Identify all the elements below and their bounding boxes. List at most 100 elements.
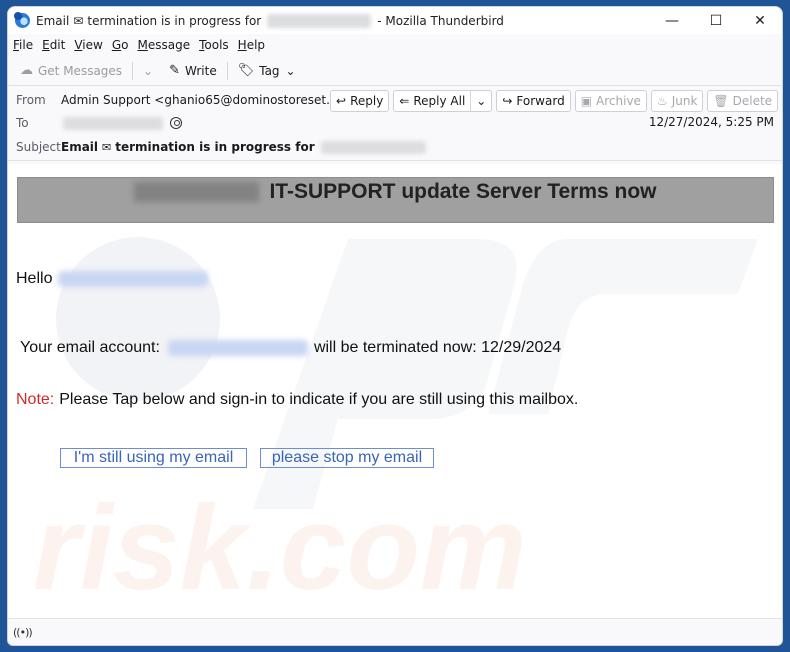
more-button[interactable]: More ⌄ xyxy=(782,90,783,112)
email-banner: IT-SUPPORT update Server Terms now xyxy=(17,177,774,223)
status-bar: ((•)) xyxy=(8,618,782,645)
envelope-icon: ✉ xyxy=(102,140,112,154)
toolbar-divider xyxy=(132,61,134,80)
main-toolbar: ☁ Get Messages ⌄ ✎ Write 🏷︎ Tag ⌄ xyxy=(8,56,782,86)
account-line: Your email account: will be terminated n… xyxy=(20,339,561,357)
archive-icon: ▣ xyxy=(580,94,593,108)
from-label: From xyxy=(16,93,46,107)
menu-view-label: iew xyxy=(82,38,103,52)
menu-edit-label: dit xyxy=(49,38,66,52)
from-row: From Admin Support <ghanio65@dominostore… xyxy=(16,93,377,107)
write-label: Write xyxy=(185,63,217,78)
pencil-icon: ✎ xyxy=(169,63,181,78)
archive-label: Archive xyxy=(596,94,641,108)
archive-button[interactable]: ▣ Archive xyxy=(574,90,647,112)
note-text: Please Tap below and sign-in to indicate… xyxy=(59,391,579,408)
close-button[interactable]: ✕ xyxy=(738,7,782,34)
junk-label: Junk xyxy=(671,94,698,108)
note-label: Note: xyxy=(16,391,55,408)
minimize-button[interactable]: — xyxy=(650,7,694,34)
get-messages-button[interactable]: ☁ Get Messages xyxy=(16,59,126,83)
menu-message[interactable]: Message xyxy=(137,38,190,52)
delete-label: Delete xyxy=(732,94,773,108)
redacted-recipient xyxy=(320,140,426,154)
redacted-domain xyxy=(134,182,260,202)
redacted-email xyxy=(58,271,209,287)
forward-label: Forward xyxy=(516,94,565,108)
menu-edit[interactable]: Edit xyxy=(42,38,65,52)
menu-file-label: ile xyxy=(19,38,34,52)
get-messages-label: Get Messages xyxy=(38,63,123,78)
stop-email-link[interactable]: please stop my email xyxy=(260,448,434,468)
message-body: risk.com IT-SUPPORT update Server Terms … xyxy=(8,164,782,620)
tag-icon: 🏷︎ xyxy=(237,63,255,78)
redacted-recipient xyxy=(63,116,163,130)
forward-icon: ↪ xyxy=(502,94,513,108)
subject-row: Subject Email ✉ termination is in progre… xyxy=(16,140,426,154)
window-title: Email ✉ termination is in progress for -… xyxy=(36,13,504,28)
reply-all-button[interactable]: ⇐ Reply All ⌄ xyxy=(393,90,493,112)
junk-button[interactable]: ♨ Junk xyxy=(650,90,704,112)
tag-button[interactable]: 🏷︎ Tag ⌄ xyxy=(234,59,300,83)
chevron-down-icon: ⌄ xyxy=(143,63,154,78)
title-bar: Email ✉ termination is in progress for -… xyxy=(8,7,782,34)
menu-edit-key: E xyxy=(42,38,50,52)
message-date: 12/27/2024, 5:25 PM xyxy=(648,115,774,129)
redacted-recipient xyxy=(267,13,372,28)
title-suffix: - Mozilla Thunderbird xyxy=(377,13,504,28)
reply-all-icon: ⇐ xyxy=(399,94,410,108)
subject-label: Subject xyxy=(16,140,61,154)
menu-message-key: M xyxy=(137,38,148,52)
menu-help-label: elp xyxy=(246,38,266,52)
contact-icon[interactable] xyxy=(170,117,182,129)
chevron-down-icon: ⌄ xyxy=(476,94,487,108)
menu-view[interactable]: View xyxy=(74,38,102,52)
junk-flame-icon: ♨ xyxy=(656,94,668,108)
greeting-text: Hello xyxy=(16,270,53,287)
message-header: From Admin Support <ghanio65@dominostore… xyxy=(8,86,782,161)
chevron-down-icon: ⌄ xyxy=(285,63,296,78)
forward-button[interactable]: ↪ Forward xyxy=(496,90,571,112)
maximize-button[interactable]: ☐ xyxy=(694,7,738,34)
message-actions: ↩ Reply ⇐ Reply All ⌄ ↪ Forward ▣ Archiv… xyxy=(330,90,783,112)
menu-bar: File Edit View Go Message Tools Help xyxy=(8,34,782,56)
keep-email-link[interactable]: I'm still using my email xyxy=(60,448,247,468)
to-label: To xyxy=(16,116,29,130)
reply-button[interactable]: ↩ Reply xyxy=(330,90,390,112)
menu-go-label: o xyxy=(121,38,129,52)
menu-message-label: essage xyxy=(147,38,191,52)
note-line: Note: Please Tap below and sign-in to in… xyxy=(16,391,578,409)
trash-icon: 🗑︎ xyxy=(713,94,729,108)
thunderbird-window: Email ✉ termination is in progress for -… xyxy=(7,6,783,646)
to-row: To xyxy=(16,116,182,130)
menu-help-key: H xyxy=(237,38,247,52)
reply-label: Reply xyxy=(350,94,384,108)
menu-tools[interactable]: Tools xyxy=(199,38,229,52)
get-messages-dropdown[interactable]: ⌄ xyxy=(139,59,157,83)
reply-all-dropdown[interactable]: ⌄ xyxy=(470,91,486,111)
subject-text: termination is in progress for xyxy=(115,140,315,154)
watermark-p xyxy=(253,239,517,509)
from-value[interactable]: Admin Support <ghanio65@dominostoreset.o… xyxy=(61,93,360,107)
toolbar-divider xyxy=(226,61,228,80)
reply-icon: ↩ xyxy=(336,94,347,108)
watermark-c xyxy=(488,239,758,414)
watermark-text: risk.com xyxy=(33,481,527,615)
delete-button[interactable]: 🗑︎ Delete xyxy=(707,90,779,112)
menu-tools-label: ools xyxy=(204,38,229,52)
menu-file[interactable]: File xyxy=(13,38,33,52)
title-prefix: Email xyxy=(36,13,70,28)
activity-broadcast-icon[interactable]: ((•)) xyxy=(13,626,33,639)
menu-go[interactable]: Go xyxy=(112,38,129,52)
greeting-line: Hello xyxy=(16,270,209,288)
account-prefix: Your email account: xyxy=(20,339,160,356)
subject-prefix: Email xyxy=(61,140,99,154)
banner-title: IT-SUPPORT update Server Terms now xyxy=(269,180,657,203)
account-suffix: will be terminated now: 12/29/2024 xyxy=(313,339,562,356)
thunderbird-logo-icon xyxy=(14,12,30,28)
watermark-circle xyxy=(56,237,220,401)
menu-help[interactable]: Help xyxy=(238,38,265,52)
tag-label: Tag xyxy=(259,63,280,78)
menu-go-key: G xyxy=(111,38,122,52)
write-button[interactable]: ✎ Write xyxy=(165,59,221,83)
